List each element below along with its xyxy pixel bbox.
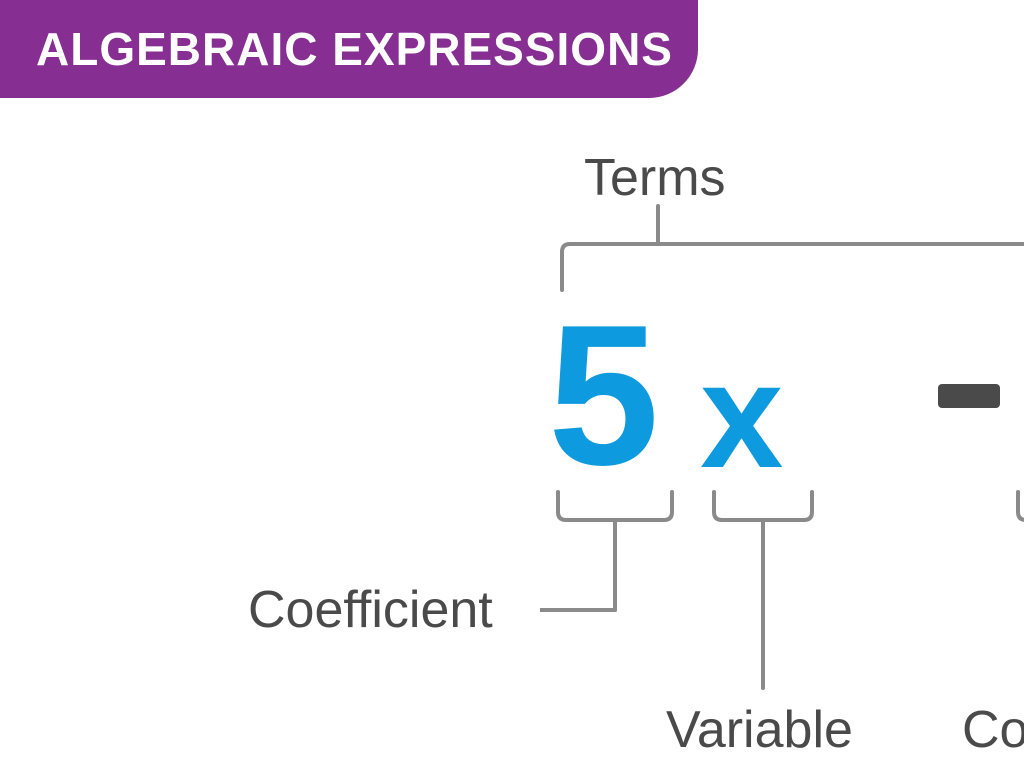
- title-banner: ALGEBRAIC EXPRESSIONS: [0, 0, 698, 98]
- title-text: ALGEBRAIC EXPRESSIONS: [36, 22, 673, 76]
- coefficient-bracket: [540, 490, 690, 620]
- variable-bracket: [700, 490, 830, 690]
- terms-label: Terms: [584, 152, 726, 204]
- constant-label-partial: Co: [962, 704, 1024, 756]
- variable-label: Variable: [666, 704, 853, 756]
- terms-bracket: [548, 204, 1024, 292]
- constant-bracket-partial: [1004, 490, 1024, 690]
- coefficient-label: Coefficient: [248, 584, 493, 636]
- variable-value: x: [700, 340, 783, 490]
- minus-operator: [938, 384, 1000, 408]
- coefficient-value: 5: [548, 296, 653, 496]
